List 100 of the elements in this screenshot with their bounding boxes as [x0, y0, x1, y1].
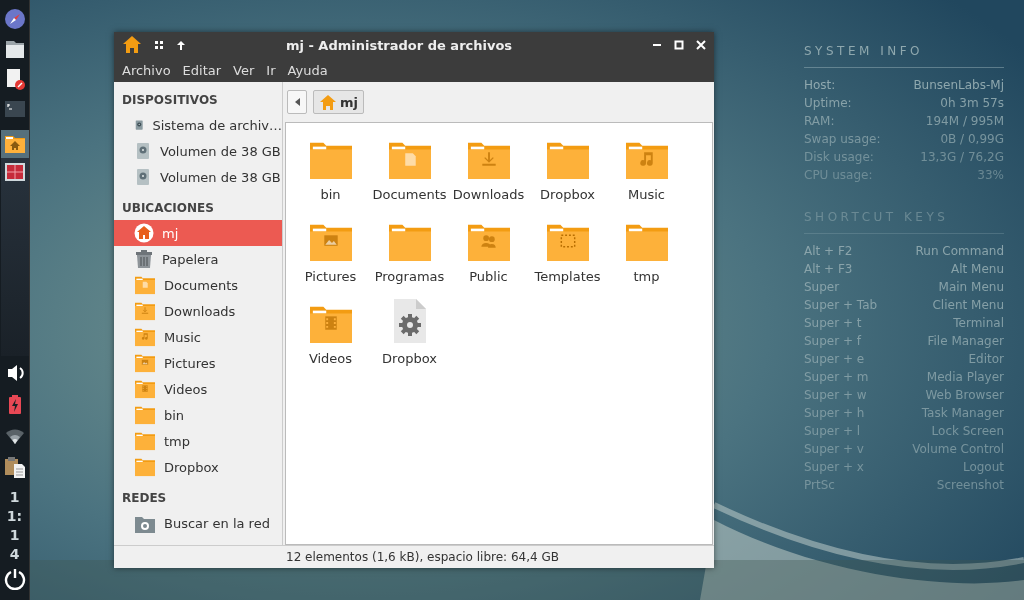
- value-text: 33%: [977, 168, 1004, 182]
- value-text: Main Menu: [938, 280, 1004, 294]
- value-text: Web Browser: [925, 388, 1004, 402]
- value-text: Task Manager: [921, 406, 1004, 420]
- clock-text: 1: [9, 488, 20, 507]
- value-text: Logout: [962, 460, 1004, 474]
- value-text: 0B / 0,99G: [940, 132, 1004, 146]
- value-text: Editor: [968, 352, 1004, 366]
- label-text: Super + Tab: [804, 298, 878, 312]
- value-text: 0h 3m 57s: [940, 96, 1004, 110]
- sidebar-item[interactable]: Dropbox: [114, 454, 282, 480]
- folder-item[interactable]: Videos: [291, 297, 370, 379]
- sidebar-item[interactable]: Sistema de archiv…: [114, 112, 282, 138]
- maximize-icon: [674, 40, 684, 50]
- folder-item[interactable]: Dropbox: [528, 133, 607, 215]
- sidebar-item[interactable]: Papelera: [114, 246, 282, 272]
- folder-icon: [134, 431, 156, 451]
- label-text: Super + t: [804, 316, 862, 330]
- section-heading: DISPOSITIVOS: [121, 92, 219, 109]
- folder-item[interactable]: Documents: [370, 133, 449, 215]
- task-button[interactable]: [0, 130, 29, 158]
- compass-icon[interactable]: [3, 8, 26, 30]
- value-text: File Manager: [927, 334, 1004, 348]
- value-text: Alt Menu: [951, 262, 1004, 276]
- folder-icon[interactable]: [3, 38, 26, 60]
- menu-item[interactable]: Editar: [177, 62, 227, 78]
- wifi-icon[interactable]: [4, 426, 25, 446]
- folder-item[interactable]: Pictures: [291, 215, 370, 297]
- menu-item[interactable]: Archivo: [117, 62, 176, 78]
- label-text: Disk usage:: [804, 150, 874, 164]
- power-icon[interactable]: [3, 568, 26, 590]
- volume-icon[interactable]: [5, 362, 24, 384]
- label-text: Super + h: [804, 406, 865, 420]
- sidebar-item[interactable]: Volumen de 38 GB: [114, 164, 282, 190]
- label-text: RAM:: [804, 114, 835, 128]
- folder-icon: [134, 353, 156, 373]
- value-text: Lock Screen: [931, 424, 1004, 438]
- sidebar-item[interactable]: Downloads: [114, 298, 282, 324]
- drive-icon: [134, 142, 152, 160]
- label-text: Alt + F3: [804, 262, 853, 276]
- drive-icon: [134, 168, 152, 186]
- close-icon: [696, 40, 706, 50]
- label-text: Super + x: [804, 460, 864, 474]
- sidebar-item[interactable]: Buscar en la red: [114, 510, 282, 536]
- path-button[interactable]: mj: [313, 90, 364, 114]
- folder-item[interactable]: Programas: [370, 215, 449, 297]
- file-item[interactable]: Dropbox: [370, 297, 449, 379]
- battery-icon[interactable]: [6, 394, 23, 416]
- label-text: PrtSc: [804, 478, 835, 492]
- label-text: Super: [804, 280, 840, 294]
- folder-icon: [134, 379, 156, 399]
- folder-icon: [134, 405, 156, 425]
- sidebar-item[interactable]: bin: [114, 402, 282, 428]
- sidebar-item[interactable]: Videos: [114, 376, 282, 402]
- sidebar-item[interactable]: Documents: [114, 272, 282, 298]
- value-text: Client Menu: [932, 298, 1004, 312]
- folder-item[interactable]: Downloads: [449, 133, 528, 215]
- section-heading: REDES: [121, 490, 168, 507]
- folder-item[interactable]: tmp: [607, 215, 686, 297]
- label-text: Super + e: [804, 352, 865, 366]
- label-text: Super + w: [804, 388, 867, 402]
- label-text: Super + v: [804, 442, 864, 456]
- folder-item[interactable]: bin: [291, 133, 370, 215]
- clock-text: 1: [9, 526, 20, 545]
- value-text: 13,3G / 76,2G: [920, 150, 1004, 164]
- sidebar-item[interactable]: Volumen de 38 GB: [114, 138, 282, 164]
- label-text: Host:: [804, 78, 836, 92]
- value-text: Screenshot: [936, 478, 1004, 492]
- value-text: BunsenLabs-Mj: [913, 78, 1004, 92]
- folder-icon: [134, 327, 156, 347]
- label-text: Alt + F2: [804, 244, 853, 258]
- sidebar-item[interactable]: Pictures: [114, 350, 282, 376]
- trash-icon: [134, 249, 154, 269]
- folder-icon: [134, 301, 156, 321]
- label-text: Super + f: [804, 334, 862, 348]
- menu-item[interactable]: Ir: [261, 62, 281, 78]
- folder-icon: [134, 275, 156, 295]
- back-arrow-icon: [293, 97, 301, 107]
- up-arrow-icon: [176, 39, 186, 51]
- clipboard-icon[interactable]: [3, 456, 26, 478]
- folder-item[interactable]: Music: [607, 133, 686, 215]
- menu-item[interactable]: Ver: [228, 62, 260, 78]
- folder-item[interactable]: Templates: [528, 215, 607, 297]
- menu-item[interactable]: Ayuda: [282, 62, 333, 78]
- folder-item[interactable]: Public: [449, 215, 528, 297]
- terminal-icon[interactable]: [3, 98, 26, 120]
- value-text: Media Player: [926, 370, 1004, 384]
- value-text: Run Command: [915, 244, 1004, 258]
- grid-icon: [154, 40, 164, 50]
- home-icon: [122, 35, 142, 55]
- clock-text: 4: [9, 545, 20, 564]
- home-icon: [134, 223, 154, 243]
- section-title: SYSTEM INFO: [804, 44, 1004, 68]
- sidebar-item[interactable]: tmp: [114, 428, 282, 454]
- grid-app-icon: [3, 161, 26, 183]
- clock-text: 1:: [6, 507, 23, 526]
- value-text: Terminal: [953, 316, 1004, 330]
- sidebar-item[interactable]: Music: [114, 324, 282, 350]
- folder-icon: [134, 457, 156, 477]
- back-button[interactable]: [287, 90, 307, 114]
